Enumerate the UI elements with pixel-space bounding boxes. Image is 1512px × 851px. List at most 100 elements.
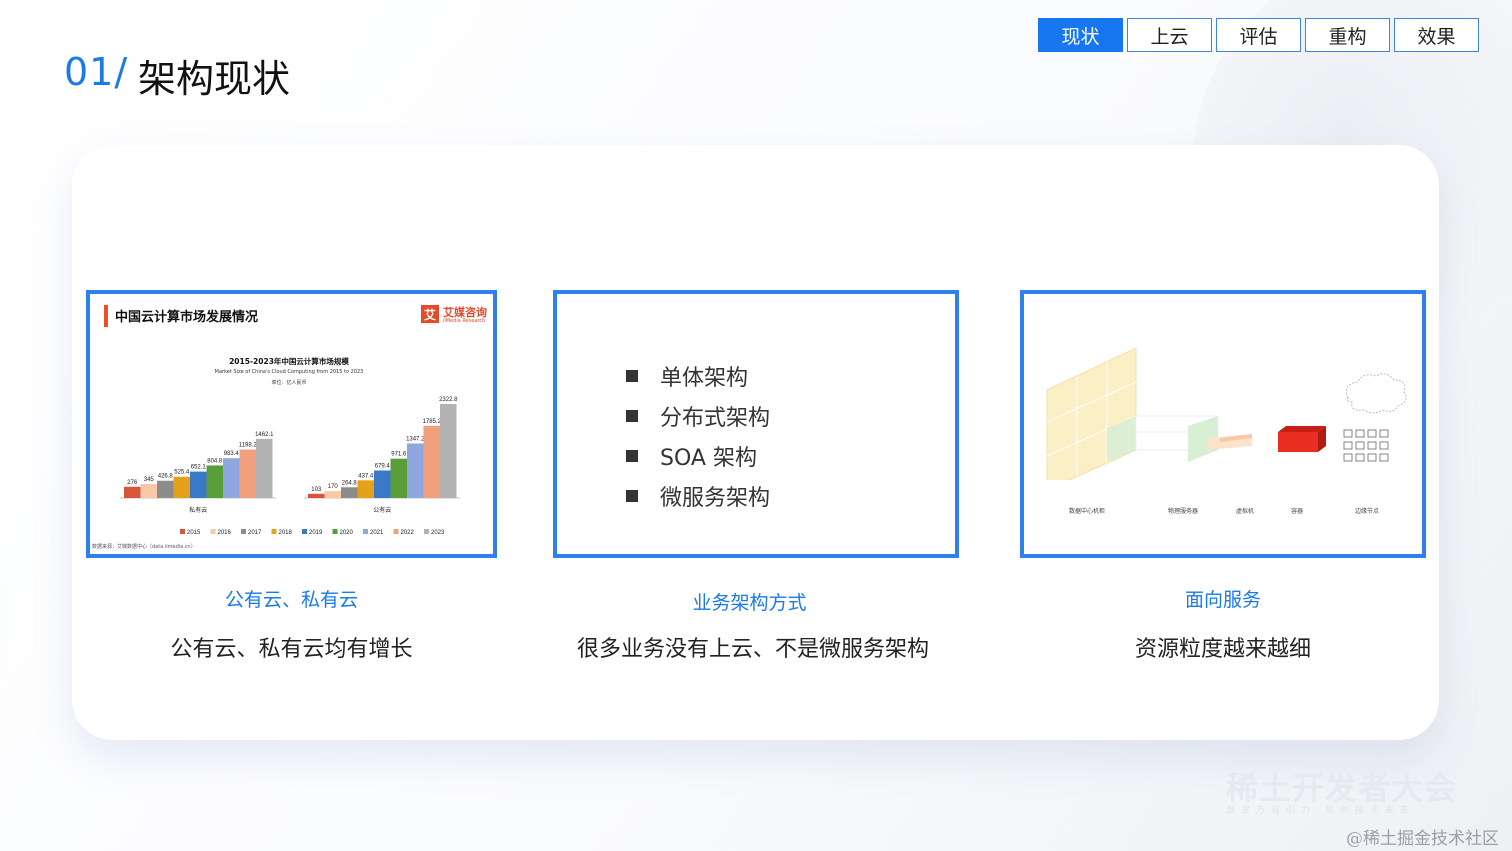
datacenter-rack-icon [1046, 347, 1137, 480]
tab-cloud[interactable]: 上云 [1127, 18, 1212, 52]
edge-node-icon [1343, 429, 1389, 462]
data-label: 103 [311, 487, 322, 493]
community-credit: @稀土掘金技术社区 [1346, 829, 1499, 849]
bullet-square-icon [626, 410, 638, 422]
legend-label: 2023 [431, 530, 445, 536]
list-item: 单体架构 [626, 356, 770, 396]
data-label: 437.4 [358, 473, 374, 479]
description-business-architecture: 很多业务没有上云、不是微服务架构 [576, 637, 929, 662]
list-item: 微服务架构 [626, 476, 770, 516]
chart-subtitle: Market Size of China's Cloud Computing f… [214, 369, 364, 375]
bar [341, 487, 358, 498]
bar [256, 438, 273, 498]
bar [157, 480, 174, 498]
tab-current[interactable]: 现状 [1038, 18, 1123, 52]
legend-label: 2017 [248, 530, 262, 536]
caption-business-architecture: 业务架构方式 [692, 592, 807, 614]
legend-label: 2020 [340, 530, 354, 536]
bar [223, 458, 240, 498]
data-label: 170 [328, 484, 339, 490]
diagram-label-edge: 边缘节点 [1355, 508, 1380, 515]
data-label: 1785.2 [423, 419, 442, 425]
diagram-label-vm: 虚拟机 [1236, 508, 1255, 515]
chart-panel-heading: 中国云计算市场发展情况 [115, 310, 259, 325]
data-label: 679.4 [375, 464, 391, 470]
diagram-label-physical-server: 物理服务器 [1168, 508, 1199, 515]
bar [357, 480, 374, 498]
data-label: 983.4 [224, 451, 240, 457]
diagram-label-container: 容器 [1291, 508, 1304, 515]
data-label: 1198.2 [239, 443, 258, 449]
bar [140, 484, 157, 498]
category-label: 私有云 [189, 506, 207, 514]
legend-swatch [302, 529, 307, 534]
list-item: SOA 架构 [626, 436, 770, 476]
legend-swatch [271, 529, 277, 534]
bar [324, 491, 341, 498]
data-label: 264.8 [342, 480, 358, 486]
legend-label: 2021 [370, 530, 384, 536]
legend-label: 2018 [279, 530, 293, 536]
diagram-label-datacenter: 数据中心机柜 [1069, 508, 1106, 515]
list-item: 分布式架构 [626, 396, 770, 436]
legend-swatch [363, 529, 368, 534]
bar [374, 470, 391, 498]
bar [206, 465, 223, 498]
chart-unit: 单位：亿人民币 [271, 380, 307, 386]
bar [190, 471, 207, 498]
legend-swatch [393, 529, 399, 534]
data-label: 276 [127, 480, 138, 486]
heading-accent-bar [104, 305, 108, 327]
category-label: 公有云 [373, 506, 391, 514]
bullet-square-icon [626, 490, 638, 502]
bar [407, 443, 424, 498]
list-item-label: 微服务架构 [660, 486, 771, 511]
data-label: 1347.2 [406, 436, 425, 442]
bar [423, 425, 440, 498]
legend-label: 2022 [401, 530, 415, 536]
container-icon [1278, 426, 1326, 452]
resource-diagram [1046, 347, 1407, 480]
data-label: 971.6 [391, 452, 407, 458]
chart-title: 2015-2023年中国云计算市场规模 [229, 357, 349, 366]
data-label: 804.8 [207, 458, 223, 464]
list-item-label: SOA 架构 [660, 446, 757, 471]
legend-label: 2015 [187, 530, 201, 536]
cloud-icon [1345, 373, 1407, 414]
tab-effect[interactable]: 效果 [1394, 18, 1479, 52]
bar [308, 493, 325, 498]
legend-swatch [180, 529, 185, 534]
bullet-square-icon [626, 450, 638, 462]
architecture-list: 单体架构 分布式架构 SOA 架构 微服务架构 [626, 356, 770, 516]
legend-label: 2019 [309, 530, 323, 536]
chart-source: 数据来源：艾媒数据中心（data.iimedia.cn） [92, 544, 196, 550]
imedia-logo-icon: 艾 [421, 305, 439, 323]
data-label: 652.1 [191, 465, 207, 471]
bar [124, 486, 141, 498]
event-watermark-sub: 激发万有引力·共创技术未来 [1226, 806, 1415, 816]
legend-label: 2016 [218, 530, 232, 536]
legend-swatch [241, 529, 246, 534]
data-label: 525.4 [174, 470, 190, 476]
description-service-oriented: 资源粒度越来越细 [1134, 637, 1311, 662]
bar [239, 449, 256, 498]
section-number: 01/ [64, 50, 129, 94]
description-cloud: 公有云、私有云均有增长 [170, 637, 413, 662]
legend-swatch [332, 529, 338, 534]
data-label: 426.8 [158, 474, 174, 480]
data-label: 345 [144, 477, 155, 483]
logo-subtitle: iiMedia Research [443, 318, 486, 324]
tab-refactor[interactable]: 重构 [1305, 18, 1390, 52]
section-tabs: 现状 上云 评估 重构 效果 [1038, 18, 1479, 52]
caption-cloud: 公有云、私有云 [224, 589, 358, 611]
data-label: 1462.1 [255, 432, 274, 438]
bar-chart: 276 345426.8525.4652.1804.8983.4 1198.2 146… [120, 397, 461, 536]
page-title: 架构现状 [138, 57, 291, 101]
legend-swatch [424, 529, 429, 534]
list-item-label: 分布式架构 [660, 406, 771, 431]
list-item-label: 单体架构 [660, 366, 749, 391]
tab-evaluate[interactable]: 评估 [1216, 18, 1301, 52]
legend-swatch [210, 529, 216, 534]
caption-service-oriented: 面向服务 [1184, 589, 1261, 611]
bullet-square-icon [626, 370, 638, 382]
